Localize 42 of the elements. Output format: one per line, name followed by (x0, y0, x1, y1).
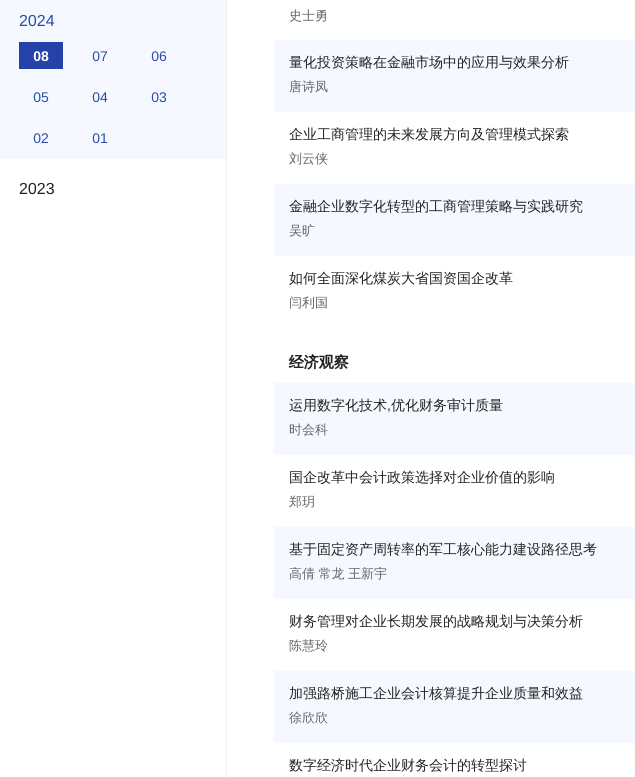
article-authors: 史士勇 (289, 7, 329, 25)
year-link[interactable]: 2024 (19, 10, 226, 34)
article-authors: 时会科 (289, 421, 329, 439)
article-title[interactable]: 国企改革中会计政策选择对企业价值的影响 (289, 467, 620, 487)
month-link[interactable]: 02 (19, 124, 63, 151)
article-title[interactable]: 基于固定资产周转率的军工核心能力建设路径思考 (289, 539, 620, 559)
article-item[interactable]: 加强路桥施工企业会计核算提升企业质量和效益 徐欣欣 (274, 671, 635, 743)
month-link[interactable]: 08 (19, 42, 63, 69)
article-item[interactable]: 史士勇 (274, 0, 635, 40)
article-item[interactable]: 运用数字化技术,优化财务审计质量 时会科 (274, 383, 635, 455)
article-item[interactable]: 数字经济时代企业财务会计的转型探讨 (274, 743, 635, 777)
article-title[interactable]: 量化投资策略在金融市场中的应用与效果分析 (289, 52, 620, 72)
year-link[interactable]: 2023 (19, 178, 226, 202)
month-link[interactable]: 07 (78, 42, 122, 69)
article-authors: 陈慧玲 (289, 637, 329, 655)
article-title[interactable]: 金融企业数字化转型的工商管理策略与实践研究 (289, 196, 620, 216)
article-authors: 唐诗凤 (289, 78, 329, 96)
article-item[interactable]: 财务管理对企业长期发展的战略规划与决策分析 陈慧玲 (274, 599, 635, 671)
month-link[interactable]: 03 (137, 83, 181, 110)
article-title[interactable]: 加强路桥施工企业会计核算提升企业质量和效益 (289, 683, 620, 703)
article-authors: 郑玥 (289, 493, 316, 511)
article-authors: 闫利国 (289, 294, 329, 312)
month-link[interactable]: 04 (78, 83, 122, 110)
article-authors: 刘云侠 (289, 150, 329, 168)
article-authors: 徐欣欣 (289, 709, 329, 727)
month-link[interactable]: 01 (78, 124, 122, 151)
article-item[interactable]: 量化投资策略在金融市场中的应用与效果分析 唐诗凤 (274, 40, 635, 112)
article-authors: 高倩 常龙 王新宇 (289, 565, 388, 583)
article-item[interactable]: 企业工商管理的未来发展方向及管理模式探索 刘云侠 (274, 112, 635, 184)
article-title[interactable]: 如何全面深化煤炭大省国资国企改革 (289, 268, 620, 288)
article-title[interactable]: 财务管理对企业长期发展的战略规划与决策分析 (289, 611, 620, 631)
month-link[interactable]: 05 (19, 83, 63, 110)
article-item[interactable]: 金融企业数字化转型的工商管理策略与实践研究 吴旷 (274, 184, 635, 256)
month-link[interactable]: 06 (137, 42, 181, 69)
article-item[interactable]: 国企改革中会计政策选择对企业价值的影响 郑玥 (274, 455, 635, 527)
section-heading: 经济观察 (289, 353, 350, 373)
article-title[interactable]: 运用数字化技术,优化财务审计质量 (289, 395, 620, 415)
article-item[interactable]: 基于固定资产周转率的军工核心能力建设路径思考 高倩 常龙 王新宇 (274, 527, 635, 599)
article-item[interactable]: 如何全面深化煤炭大省国资国企改革 闫利国 (274, 256, 635, 328)
article-title[interactable]: 企业工商管理的未来发展方向及管理模式探索 (289, 124, 620, 144)
article-title[interactable]: 数字经济时代企业财务会计的转型探讨 (289, 755, 620, 775)
article-authors: 吴旷 (289, 222, 316, 240)
